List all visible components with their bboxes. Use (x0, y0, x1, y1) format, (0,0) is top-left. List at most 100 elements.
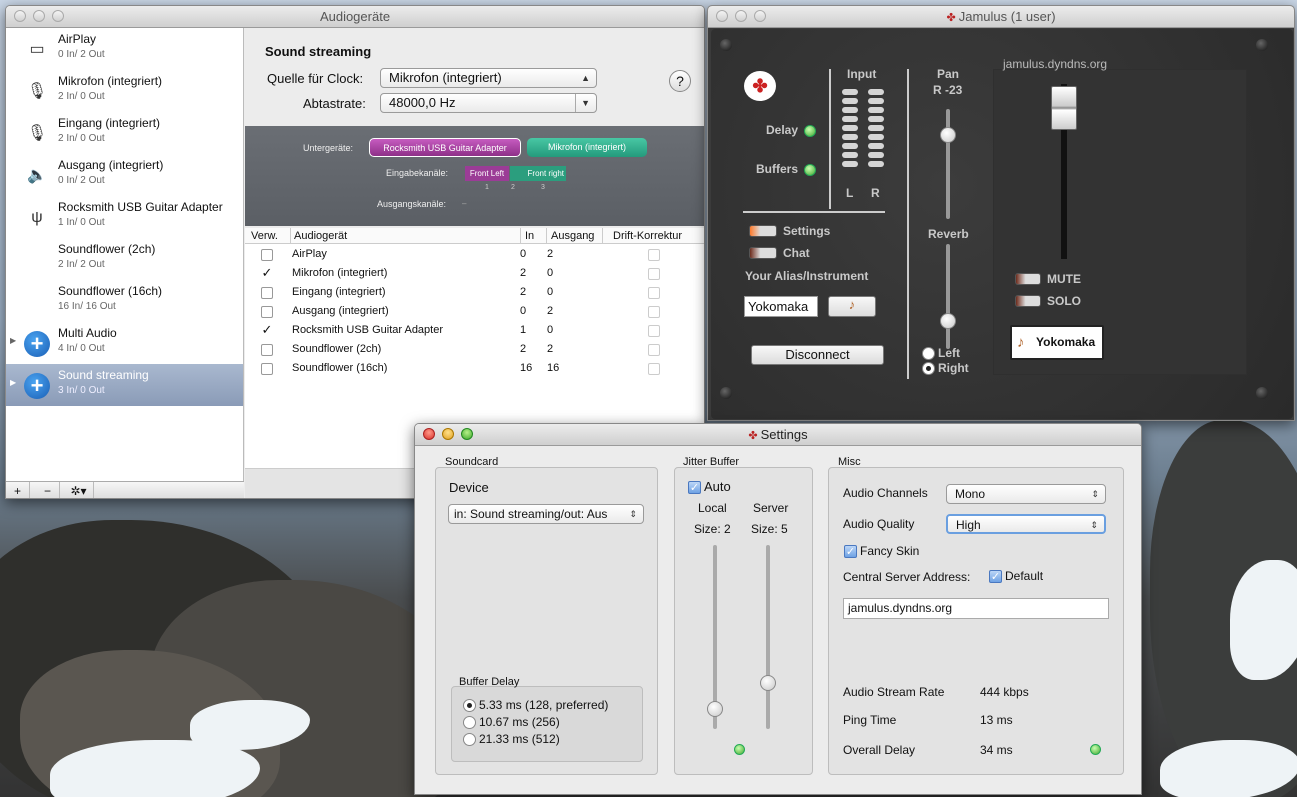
device-list-item[interactable]: + Multi Audio 4 In/ 0 Out ▶ (6, 322, 243, 364)
reverb-right-option[interactable]: Right (922, 361, 969, 376)
drift-correction-checkbox[interactable] (648, 306, 660, 318)
sample-rate-combo[interactable]: 48000,0 Hz ▼ (380, 93, 597, 113)
audio-window-titlebar: Audiogeräte (6, 6, 704, 28)
zoom-button[interactable] (52, 10, 64, 22)
buffer-radio-1[interactable] (463, 699, 476, 713)
pan-slider-knob[interactable] (940, 127, 956, 143)
reverb-left-option[interactable]: Left (922, 346, 960, 361)
col-header-use[interactable]: Verw. (251, 228, 278, 244)
screw-icon (720, 387, 732, 399)
use-checkbox[interactable]: ✓ (261, 323, 273, 337)
buffer-radio-2[interactable] (463, 716, 476, 730)
buffer-radio-3[interactable] (463, 733, 476, 747)
buffer-option-3[interactable]: 21.33 ms (512) (463, 732, 560, 747)
reverb-right-radio[interactable] (922, 362, 935, 376)
drift-correction-checkbox[interactable] (648, 287, 660, 299)
auto-checkbox[interactable]: ✓ Auto (688, 479, 731, 495)
gear-menu-button[interactable]: ✲▾ (64, 482, 94, 498)
jitter-status-led (734, 744, 745, 755)
minimize-button[interactable] (33, 10, 45, 22)
left-label: Left (938, 346, 960, 360)
subdevice-rocksmith[interactable]: Rocksmith USB Guitar Adapter (369, 138, 521, 157)
remove-device-button[interactable]: − (36, 482, 60, 498)
device-list-item[interactable]: 🔈 Ausgang (integriert) 0 In/ 2 Out (6, 154, 243, 196)
close-button[interactable] (14, 10, 26, 22)
minimize-button[interactable] (442, 428, 454, 440)
use-checkbox[interactable] (261, 306, 273, 318)
minimize-button[interactable] (735, 10, 747, 22)
mute-label[interactable]: MUTE (1047, 272, 1081, 286)
drift-correction-checkbox[interactable] (648, 249, 660, 261)
use-checkbox[interactable]: ✓ (261, 266, 273, 280)
default-checkbox[interactable]: ✓ Default (989, 569, 1043, 584)
drift-correction-checkbox[interactable] (648, 325, 660, 337)
close-button[interactable] (716, 10, 728, 22)
drift-correction-checkbox[interactable] (648, 363, 660, 375)
device-list-item[interactable]: Soundflower (2ch) 2 In/ 2 Out (6, 238, 243, 280)
buffer-option-1[interactable]: 5.33 ms (128, preferred) (463, 698, 608, 713)
disconnect-button[interactable]: Disconnect (751, 345, 884, 365)
device-io-count: 0 In/ 2 Out (58, 49, 105, 60)
device-name: Ausgang (integriert) (58, 158, 164, 172)
solo-toggle[interactable] (1015, 295, 1041, 307)
fancy-skin-checkbox[interactable]: ✓ Fancy Skin (844, 544, 919, 559)
out-cell: 2 (547, 343, 554, 355)
add-device-button[interactable]: + (6, 482, 30, 498)
device-list-item[interactable]: ψ Rocksmith USB Guitar Adapter 1 In/ 0 Out (6, 196, 243, 238)
clock-source-popup[interactable]: Mikrofon (integriert) ▲ (380, 68, 597, 88)
solo-label[interactable]: SOLO (1047, 294, 1081, 308)
device-list-item[interactable]: 🎙 Eingang (integriert) 2 In/ 0 Out (6, 112, 243, 154)
mute-toggle[interactable] (1015, 273, 1041, 285)
device-popup[interactable]: in: Sound streaming/out: Aus ⇕ (448, 504, 644, 524)
reverb-slider-knob[interactable] (940, 313, 956, 329)
col-header-out[interactable]: Ausgang (546, 228, 600, 244)
audio-quality-popup[interactable]: High ⇕ (946, 514, 1106, 534)
drift-correction-checkbox[interactable] (648, 344, 660, 356)
subdevice-mikrofon[interactable]: Mikrofon (integriert) (527, 138, 647, 157)
zoom-button[interactable] (461, 428, 473, 440)
pan-slider-track[interactable] (946, 109, 950, 219)
use-checkbox[interactable] (261, 287, 273, 299)
reverb-left-radio[interactable] (922, 347, 935, 361)
audio-channels-popup[interactable]: Mono ⇕ (946, 484, 1106, 504)
help-button[interactable]: ? (669, 70, 691, 92)
microphone-icon: 🎙 (26, 83, 48, 100)
delay-status-led (1090, 744, 1101, 755)
device-list-item[interactable]: + Sound streaming 3 In/ 0 Out ▶ (6, 364, 243, 406)
device-name-cell: Rocksmith USB Guitar Adapter (292, 324, 444, 336)
col-header-in[interactable]: In (520, 228, 546, 244)
disclosure-triangle-icon[interactable]: ▶ (10, 378, 16, 387)
settings-label[interactable]: Settings (783, 224, 830, 238)
audio-quality-label: Audio Quality (843, 517, 915, 531)
in-cell: 2 (520, 343, 527, 355)
drift-correction-checkbox[interactable] (648, 268, 660, 280)
in-cell: 0 (520, 248, 527, 260)
central-server-input[interactable]: jamulus.dyndns.org (843, 598, 1109, 619)
server-jitter-knob[interactable] (760, 675, 776, 691)
close-button[interactable] (423, 428, 435, 440)
chat-toggle[interactable] (749, 247, 777, 259)
settings-toggle[interactable] (749, 225, 777, 237)
out-cell: 0 (547, 286, 554, 298)
use-checkbox[interactable] (261, 363, 273, 375)
buffer-option-2[interactable]: 10.67 ms (256) (463, 715, 560, 730)
buffers-label: Buffers (756, 162, 799, 176)
local-jitter-knob[interactable] (707, 701, 723, 717)
device-list-item[interactable]: ▭ AirPlay 0 In/ 2 Out (6, 28, 243, 70)
instrument-button[interactable]: ♪ (828, 296, 876, 317)
device-list-item[interactable]: Soundflower (16ch) 16 In/ 16 Out (6, 280, 243, 322)
col-header-drift[interactable]: Drift-Korrektur (602, 228, 682, 244)
device-name: Mikrofon (integriert) (58, 74, 163, 88)
col-header-device[interactable]: Audiogerät (290, 228, 520, 244)
server-jitter-slider[interactable] (766, 545, 770, 729)
disclosure-triangle-icon[interactable]: ▶ (10, 336, 16, 345)
zoom-button[interactable] (754, 10, 766, 22)
device-io-count: 2 In/ 2 Out (58, 259, 105, 270)
fader-knob[interactable] (1051, 86, 1077, 130)
reverb-slider-track[interactable] (946, 244, 950, 349)
use-checkbox[interactable] (261, 249, 273, 261)
alias-input[interactable]: Yokomaka (744, 296, 818, 317)
chat-label[interactable]: Chat (783, 246, 810, 260)
device-list-item[interactable]: 🎙 Mikrofon (integriert) 2 In/ 0 Out (6, 70, 243, 112)
use-checkbox[interactable] (261, 344, 273, 356)
